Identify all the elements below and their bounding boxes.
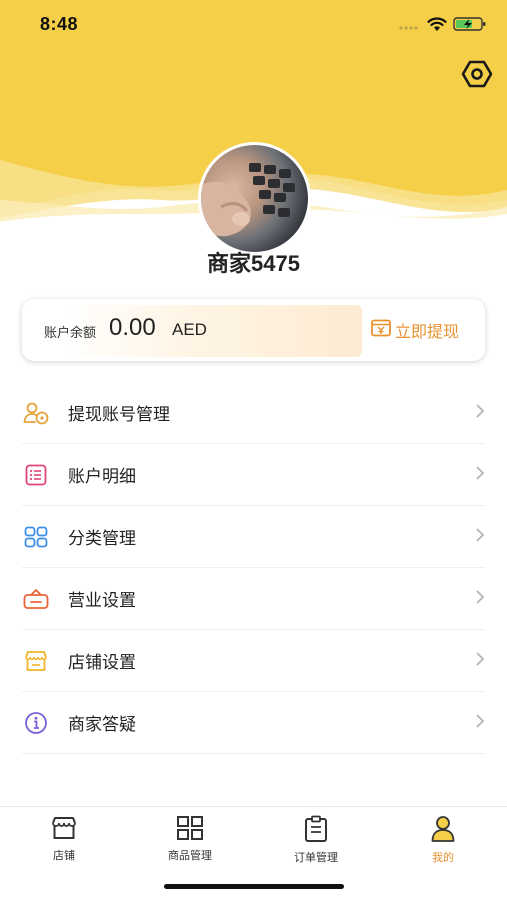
hexagon-settings-icon bbox=[461, 59, 493, 93]
clipboard-tab-icon bbox=[303, 815, 329, 847]
chevron-right-icon bbox=[475, 403, 485, 423]
menu-item-label: 账户明细 bbox=[68, 467, 136, 487]
merchant-name: 商家5475 bbox=[207, 251, 300, 276]
balance-card: 账户余额 0.00 AED 立即提现 bbox=[22, 299, 485, 361]
tab-mine[interactable]: 我的 bbox=[393, 815, 493, 865]
grid-tab-icon bbox=[176, 815, 204, 845]
category-grid-icon bbox=[22, 523, 50, 551]
chevron-right-icon bbox=[475, 465, 485, 485]
list-detail-icon bbox=[22, 461, 50, 489]
tab-order-management[interactable]: 订单管理 bbox=[266, 815, 366, 865]
withdraw-account-icon bbox=[22, 399, 50, 427]
tab-label: 店铺 bbox=[53, 849, 75, 862]
tab-label: 我的 bbox=[432, 851, 454, 864]
chevron-right-icon bbox=[475, 527, 485, 547]
status-bar: 8:48 bbox=[0, 0, 507, 52]
battery-charging-icon bbox=[453, 16, 487, 36]
menu-item-category-management[interactable]: 分类管理 bbox=[22, 506, 485, 568]
withdraw-label: 立即提现 bbox=[394, 322, 459, 341]
person-tab-icon bbox=[430, 815, 456, 847]
menu-item-label: 营业设置 bbox=[68, 591, 136, 611]
balance-label: 账户余额 bbox=[44, 326, 97, 341]
menu-item-store-settings[interactable]: 店铺设置 bbox=[22, 630, 485, 692]
menu-item-account-details[interactable]: 账户明细 bbox=[22, 444, 485, 506]
home-indicator bbox=[164, 884, 344, 889]
chevron-right-icon bbox=[475, 651, 485, 671]
menu-item-withdraw-account[interactable]: 提现账号管理 bbox=[22, 382, 485, 444]
store-tab-icon bbox=[50, 815, 78, 845]
settings-menu: 提现账号管理 账户明细 分类管理 营业设置 店铺设置 商家答疑 bbox=[22, 382, 485, 754]
wifi-icon bbox=[427, 16, 447, 36]
menu-item-business-settings[interactable]: 营业设置 bbox=[22, 568, 485, 630]
balance-amount: 0.00 bbox=[109, 314, 156, 341]
chevron-right-icon bbox=[475, 589, 485, 609]
avatar-photo bbox=[201, 163, 295, 237]
avatar[interactable] bbox=[198, 142, 311, 255]
tab-label: 订单管理 bbox=[294, 851, 338, 864]
signal-icon bbox=[399, 17, 421, 36]
yen-wallet-icon bbox=[371, 319, 391, 341]
status-time: 8:48 bbox=[40, 14, 79, 34]
tab-store[interactable]: 店铺 bbox=[14, 815, 114, 863]
tab-product-management[interactable]: 商品管理 bbox=[140, 815, 240, 863]
balance-currency: AED bbox=[172, 320, 207, 339]
tab-label: 商品管理 bbox=[168, 849, 212, 862]
status-icons bbox=[399, 16, 487, 36]
withdraw-button[interactable]: 立即提现 bbox=[371, 318, 459, 342]
info-icon bbox=[22, 709, 50, 737]
menu-item-merchant-faq[interactable]: 商家答疑 bbox=[22, 692, 485, 754]
menu-item-label: 店铺设置 bbox=[68, 653, 136, 673]
balance-card-glow bbox=[62, 305, 362, 357]
menu-item-label: 提现账号管理 bbox=[68, 405, 170, 425]
settings-button[interactable] bbox=[459, 58, 495, 94]
menu-item-label: 商家答疑 bbox=[68, 715, 136, 735]
business-sign-icon bbox=[22, 585, 50, 613]
chevron-right-icon bbox=[475, 713, 485, 733]
menu-item-label: 分类管理 bbox=[68, 529, 136, 549]
store-icon bbox=[22, 647, 50, 675]
